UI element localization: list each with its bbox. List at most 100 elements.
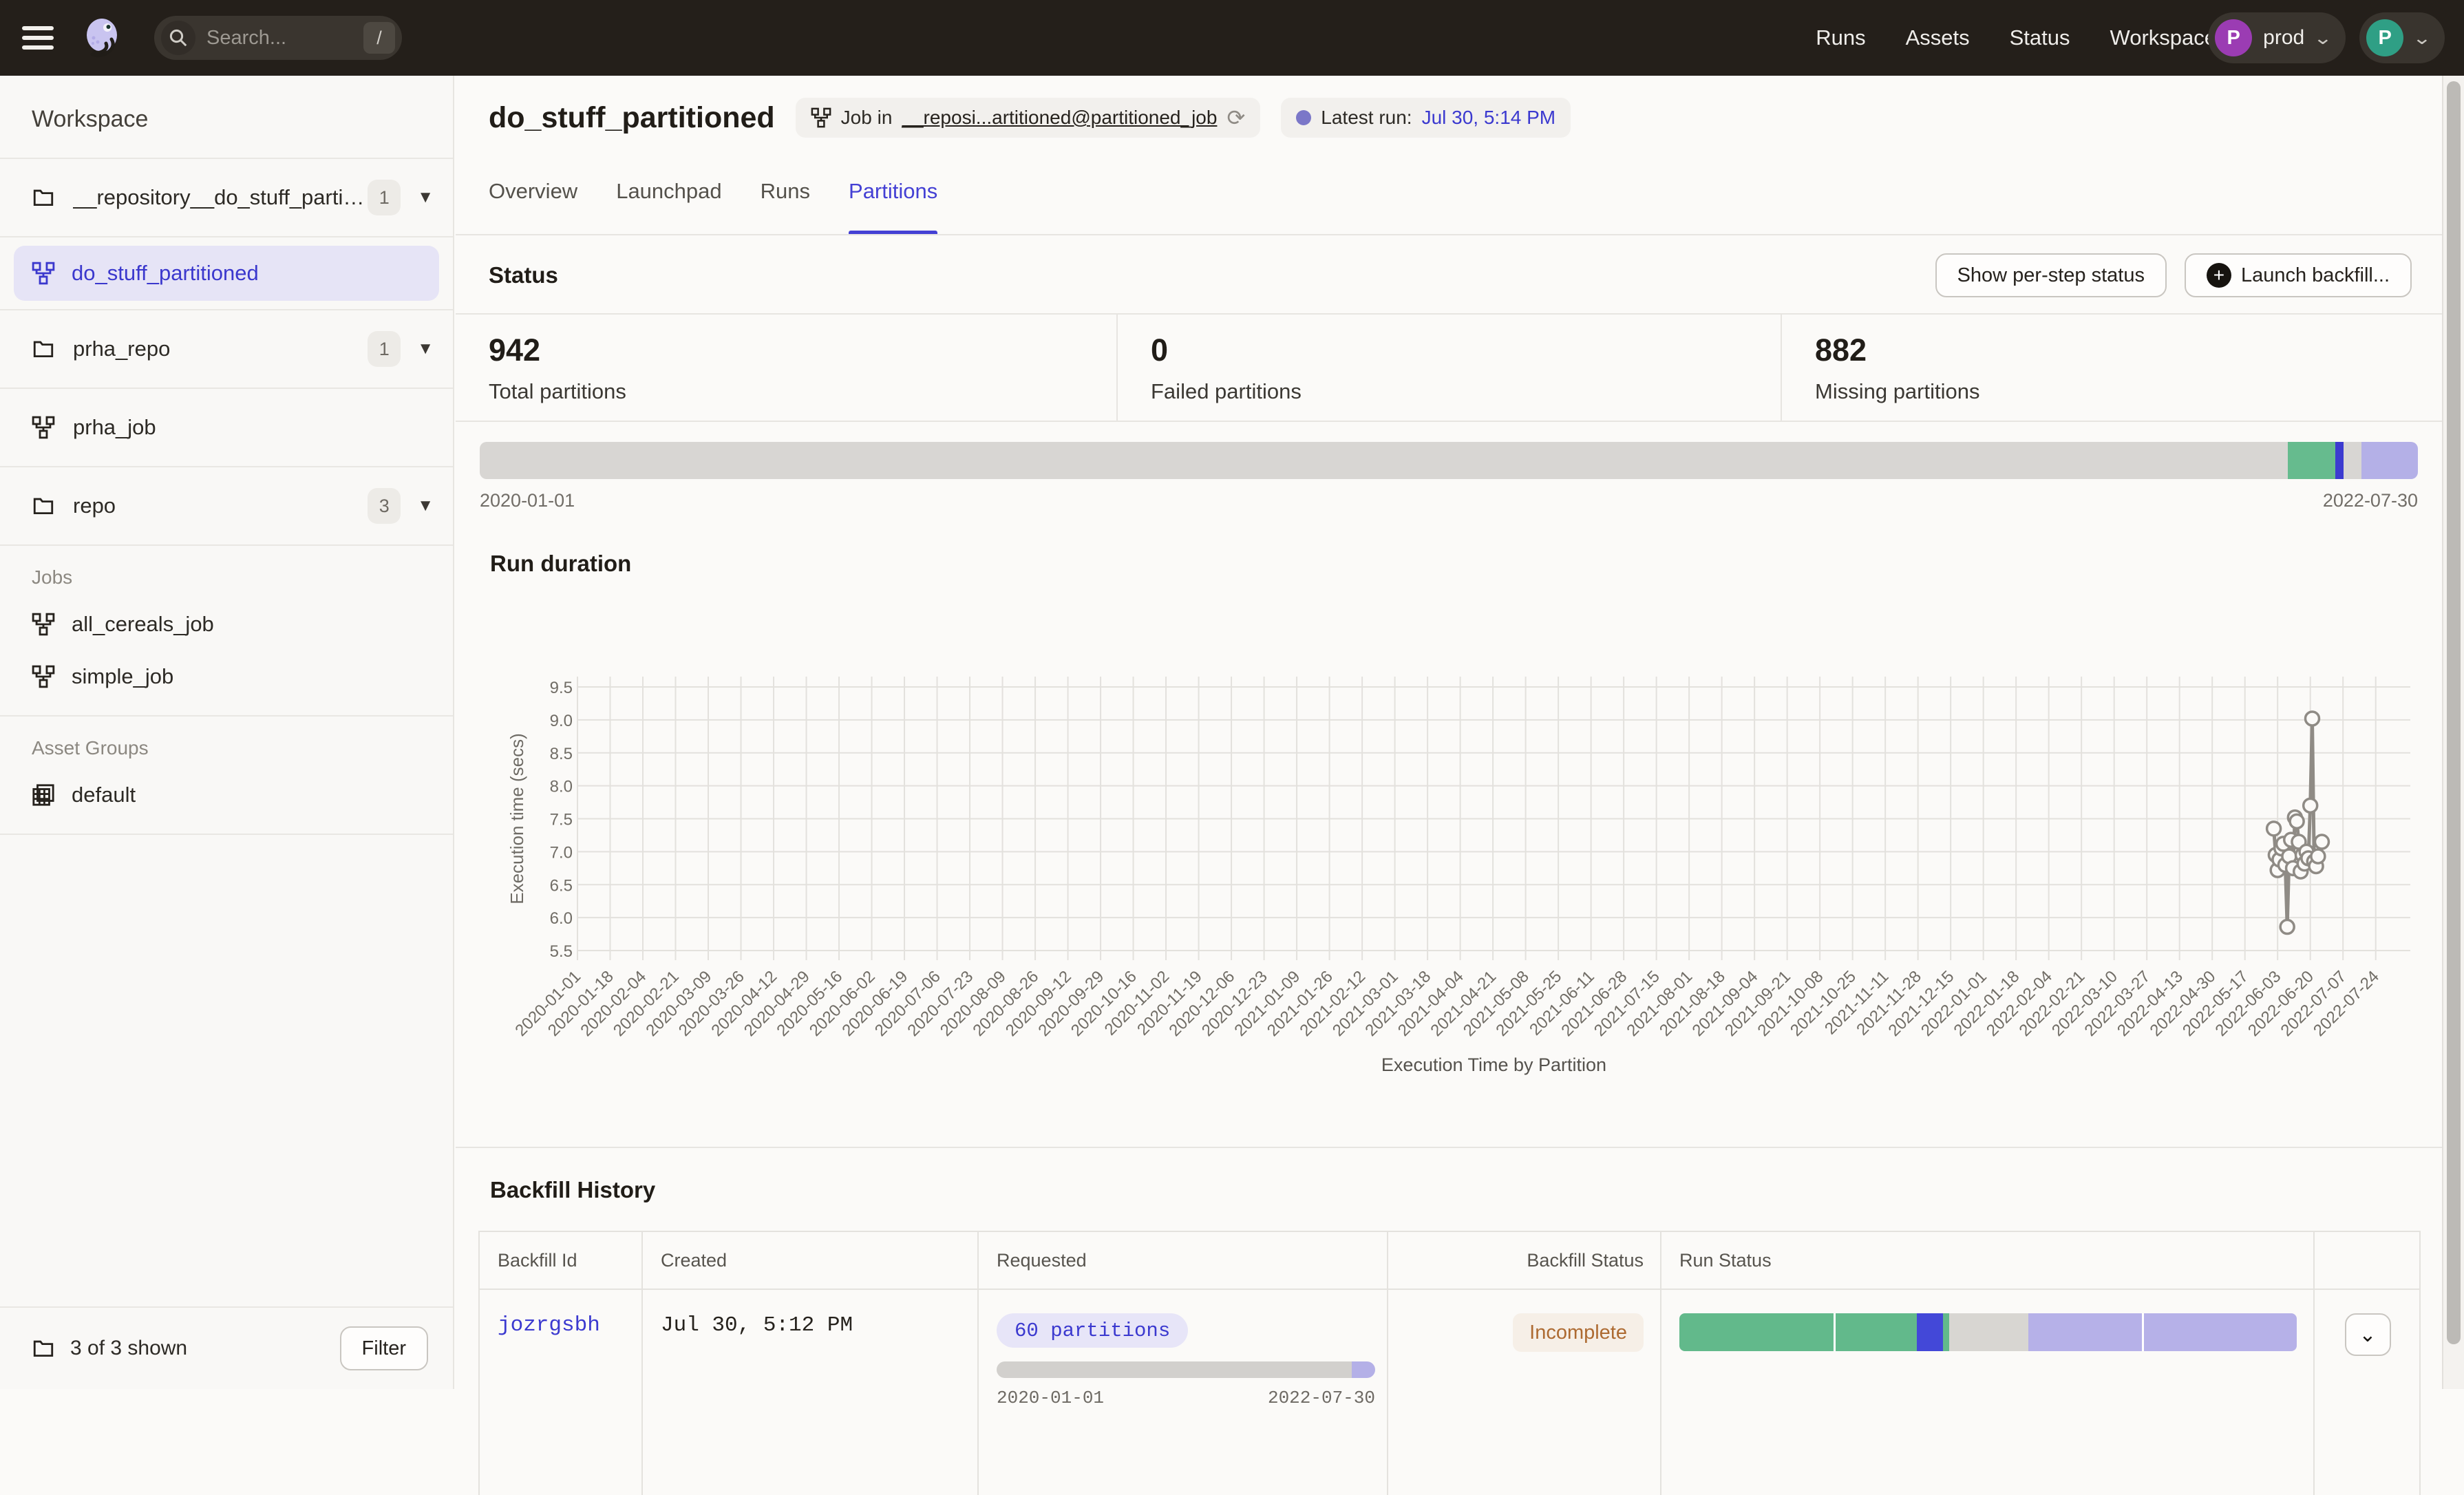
sidebar-item-default-asset-group[interactable]: default [0, 769, 453, 821]
search-box[interactable]: / [154, 16, 402, 60]
job-repo-link[interactable]: __reposi...artitioned@partitioned_job [902, 107, 1217, 129]
deployment-label: prod [2263, 26, 2304, 50]
main-content: do_stuff_partitioned Job in __reposi...a… [456, 76, 2442, 1389]
requested-range: 2020-01-01 2022-07-30 [997, 1388, 1375, 1408]
partition-bar-range: 2020-01-01 2022-07-30 [480, 490, 2418, 511]
asset-group-icon [32, 783, 55, 807]
folder-icon [32, 186, 55, 209]
deployment-avatar: P [2215, 19, 2252, 56]
user-avatar: P [2366, 19, 2403, 56]
job-tabs: Overview Launchpad Runs Partitions [489, 167, 937, 235]
requested-partitions-bar [997, 1361, 1375, 1378]
chevron-down-icon[interactable]: ▼ [417, 496, 434, 516]
backfill-table: Backfill Id Created Requested Backfill S… [478, 1231, 2421, 1495]
chevron-down-icon[interactable]: ▼ [417, 339, 434, 359]
svg-text:Execution Time by Partition: Execution Time by Partition [1381, 1054, 1606, 1075]
chevron-down-icon: ⌄ [2359, 1323, 2376, 1347]
nav-runs[interactable]: Runs [1816, 25, 1865, 50]
col-requested: Requested [979, 1232, 1388, 1289]
chevron-down-icon: ⌄ [2313, 28, 2333, 49]
backfill-status-badge: Incomplete [1513, 1313, 1644, 1352]
job-icon [32, 613, 55, 636]
latest-run-tag: Latest run: Jul 30, 5:14 PM [1281, 98, 1571, 138]
stat-failed-partitions: 0 Failed partitions [1116, 315, 1781, 421]
deployment-switcher[interactable]: P prod ⌄ [2208, 12, 2346, 63]
sidebar-item-simple-job[interactable]: simple_job [0, 650, 453, 703]
run-status-bar[interactable] [1679, 1313, 2297, 1351]
tab-runs[interactable]: Runs [761, 167, 810, 235]
svg-text:8.5: 8.5 [550, 745, 573, 763]
partition-range-start: 2020-01-01 [480, 490, 575, 511]
filter-button[interactable]: Filter [340, 1326, 428, 1370]
svg-text:7.5: 7.5 [550, 811, 573, 829]
sidebar-repo-do-stuff[interactable]: __repository__do_stuff_partitio... 1 ▼ [0, 159, 453, 236]
run-status-cell [1661, 1290, 2315, 1495]
sidebar-footer: 3 of 3 shown Filter [0, 1306, 453, 1389]
latest-run-link[interactable]: Jul 30, 5:14 PM [1422, 107, 1556, 129]
col-backfill-status: Backfill Status [1388, 1232, 1661, 1289]
chevron-down-icon: ⌄ [2412, 28, 2432, 49]
nav-workspace[interactable]: Workspace [2110, 25, 2217, 50]
tab-overview[interactable]: Overview [489, 167, 577, 235]
nav-assets[interactable]: Assets [1906, 25, 1970, 50]
backfill-id-link[interactable]: jozrgsbh [498, 1313, 600, 1337]
repo-count-badge: 1 [368, 180, 401, 215]
run-status-dot [1296, 110, 1311, 125]
launch-backfill-button[interactable]: + Launch backfill... [2185, 253, 2412, 297]
partition-stats: 942 Total partitions 0 Failed partitions… [456, 313, 2442, 422]
svg-text:9.0: 9.0 [550, 712, 573, 730]
col-created: Created [643, 1232, 979, 1289]
backfill-table-header: Backfill Id Created Requested Backfill S… [480, 1232, 2419, 1289]
folder-icon [32, 1337, 55, 1360]
table-row: jozrgsbh Jul 30, 5:12 PM 60 partitions 2… [480, 1289, 2419, 1495]
menu-icon[interactable] [22, 26, 54, 50]
col-run-status: Run Status [1661, 1232, 2315, 1289]
sidebar-item-prha-job[interactable]: prha_job [0, 389, 453, 466]
svg-text:6.5: 6.5 [550, 876, 573, 895]
reload-icon[interactable]: ⟳ [1226, 105, 1245, 131]
backfill-history-heading: Backfill History [490, 1177, 655, 1203]
plus-circle-icon: + [2207, 263, 2231, 288]
tab-launchpad[interactable]: Launchpad [616, 167, 721, 235]
expand-row-button[interactable]: ⌄ [2345, 1313, 2391, 1356]
stat-missing-partitions: 882 Missing partitions [1781, 315, 2442, 421]
svg-text:Execution time (secs): Execution time (secs) [507, 733, 527, 904]
scrollbar-thumb[interactable] [2447, 81, 2461, 1344]
repo-count-badge: 1 [368, 331, 401, 367]
job-icon [32, 262, 55, 285]
nav-status[interactable]: Status [2010, 25, 2070, 50]
partition-status-bar[interactable] [480, 442, 2418, 479]
col-expand [2315, 1232, 2419, 1289]
job-icon [32, 665, 55, 688]
col-backfill-id: Backfill Id [480, 1232, 643, 1289]
backfill-requested-cell: 60 partitions 2020-01-01 2022-07-30 [979, 1290, 1388, 1495]
show-per-step-status-button[interactable]: Show per-step status [1935, 253, 2167, 297]
sidebar-item-do-stuff-partitioned[interactable]: do_stuff_partitioned [14, 246, 439, 301]
workspace-sidebar: Workspace __repository__do_stuff_partiti… [0, 76, 454, 1389]
top-nav-bar: / Runs Assets Status Workspace P prod ⌄ … [0, 0, 2464, 76]
tab-partitions[interactable]: Partitions [849, 167, 937, 235]
asset-groups-section-label: Asset Groups [0, 717, 453, 769]
job-icon [811, 107, 831, 128]
repos-shown-count: 3 of 3 shown [70, 1337, 340, 1360]
sidebar-title: Workspace [0, 76, 453, 158]
sidebar-repo-repo[interactable]: repo 3 ▼ [0, 467, 453, 544]
svg-text:6.0: 6.0 [550, 909, 573, 928]
folder-icon [32, 337, 55, 361]
partition-range-end: 2022-07-30 [2323, 490, 2418, 511]
run-duration-chart: 2020-01-012020-01-182020-02-042020-02-21… [476, 597, 2424, 1093]
dagster-logo[interactable] [81, 16, 125, 60]
run-duration-heading: Run duration [490, 551, 631, 577]
page-title: do_stuff_partitioned [489, 101, 775, 135]
sidebar-repo-prha-repo[interactable]: prha_repo 1 ▼ [0, 310, 453, 388]
page-scrollbar [2442, 76, 2464, 1389]
job-icon [32, 416, 55, 439]
user-menu[interactable]: P ⌄ [2359, 12, 2445, 63]
sidebar-item-all-cereals-job[interactable]: all_cereals_job [0, 598, 453, 650]
search-input[interactable] [206, 27, 337, 50]
svg-text:9.5: 9.5 [550, 679, 573, 697]
jobs-section-label: Jobs [0, 546, 453, 598]
chevron-down-icon[interactable]: ▼ [417, 188, 434, 207]
status-heading: Status [489, 262, 558, 288]
search-icon [161, 21, 195, 55]
